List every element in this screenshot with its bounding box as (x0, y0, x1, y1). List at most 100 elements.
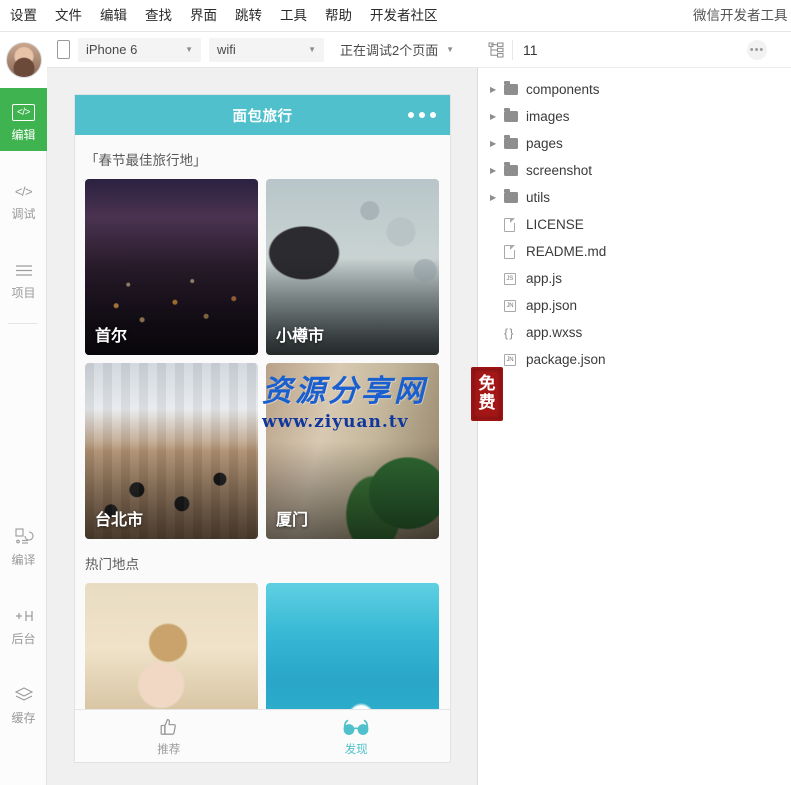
activity-item-cache[interactable]: 缓存 (0, 671, 47, 734)
tree-item-screenshot[interactable]: ▶ screenshot (478, 157, 791, 184)
avatar[interactable] (6, 42, 42, 78)
card-caption: 台北市 (95, 506, 143, 530)
tab-discover[interactable]: 发现 (263, 710, 451, 762)
list-lines-icon (0, 257, 47, 283)
tree-item-label: screenshot (526, 163, 592, 178)
network-select-value: wifi (217, 42, 236, 57)
phone-screen: 面包旅行 「春节最佳旅行地」 首尔 小樽市 台北市 (75, 95, 450, 762)
file-icon (504, 218, 526, 232)
chevron-right-icon[interactable]: ▶ (490, 112, 504, 121)
network-select[interactable]: wifi ▼ (209, 38, 324, 62)
menu-item-goto[interactable]: 跳转 (226, 0, 271, 32)
activity-item-project-label: 项目 (0, 286, 47, 300)
refresh-build-icon (0, 524, 47, 550)
tree-item-pages[interactable]: ▶ pages (478, 130, 791, 157)
ellipsis-icon[interactable]: ••• (747, 40, 767, 60)
tree-item-label: app.js (526, 271, 562, 286)
tab-recommend[interactable]: 推荐 (75, 710, 263, 762)
tree-item-images[interactable]: ▶ images (478, 103, 791, 130)
three-dots-icon[interactable] (408, 112, 436, 118)
file-icon (504, 245, 526, 259)
chevron-right-icon[interactable]: ▶ (490, 193, 504, 202)
tree-item-label: pages (526, 136, 563, 151)
section-title-festival: 「春节最佳旅行地」 (75, 135, 450, 179)
tree-item-label: images (526, 109, 570, 124)
simulator-panel: 面包旅行 「春节最佳旅行地」 首尔 小樽市 台北市 (47, 68, 478, 785)
folder-icon (504, 192, 526, 203)
chevron-down-icon: ▼ (169, 45, 193, 54)
chevron-right-icon[interactable]: ▶ (490, 85, 504, 94)
activity-item-compile-label: 编译 (0, 553, 47, 567)
destination-card[interactable]: 首尔 (85, 179, 258, 355)
chevron-right-icon[interactable]: ▶ (490, 139, 504, 148)
activity-item-cache-label: 缓存 (0, 711, 47, 725)
avatar-container[interactable] (0, 32, 47, 88)
activity-divider (8, 323, 38, 324)
tree-item-utils[interactable]: ▶ utils (478, 184, 791, 211)
menu-item-edit[interactable]: 编辑 (91, 0, 136, 32)
card-caption: 首尔 (95, 322, 127, 346)
menu-item-find[interactable]: 查找 (136, 0, 181, 32)
tree-item-package-json[interactable]: JN package.json (478, 346, 791, 373)
tab-recommend-label: 推荐 (157, 741, 180, 757)
activity-item-debug-label: 调试 (0, 207, 47, 221)
json-file-icon: JN (504, 354, 526, 366)
app-content[interactable]: 「春节最佳旅行地」 首尔 小樽市 台北市 (75, 135, 450, 762)
card-caption: 厦门 (276, 506, 308, 530)
card-grid-festival: 首尔 小樽市 台北市 厦门 (75, 179, 450, 539)
debug-status-value: 正在调试2个页面 (340, 40, 438, 59)
hierarchy-icon[interactable] (484, 42, 508, 58)
card-caption: 小樽市 (276, 322, 324, 346)
tab-discover-label: 发现 (345, 741, 368, 757)
chevron-right-icon[interactable]: ▶ (490, 166, 504, 175)
activity-item-edit-label: 编辑 (0, 128, 47, 142)
code-brackets-icon: </> (0, 99, 47, 125)
tree-item-label: components (526, 82, 600, 97)
js-file-icon: JS (504, 273, 526, 285)
tree-item-app-js[interactable]: JS app.js (478, 265, 791, 292)
app-navbar: 面包旅行 (75, 95, 450, 135)
activity-item-project[interactable]: 项目 (0, 246, 47, 309)
phone-icon[interactable] (57, 40, 70, 59)
tree-item-label: utils (526, 190, 550, 205)
tree-item-app-json[interactable]: JN app.json (478, 292, 791, 319)
menu-item-help[interactable]: 帮助 (316, 0, 361, 32)
tree-item-readme[interactable]: README.md (478, 238, 791, 265)
tree-item-label: package.json (526, 352, 606, 367)
folder-icon (504, 84, 526, 95)
tree-item-license[interactable]: LICENSE (478, 211, 791, 238)
window-title: 微信开发者工具 (693, 0, 791, 32)
menu-item-settings[interactable]: 设置 (0, 0, 46, 32)
activity-item-background-label: 后台 (0, 632, 47, 646)
activity-item-debug[interactable]: </> 调试 (0, 167, 47, 230)
destination-card[interactable]: 台北市 (85, 363, 258, 539)
folder-icon (504, 165, 526, 176)
menu-item-file[interactable]: 文件 (46, 0, 91, 32)
menu-item-community[interactable]: 开发者社区 (361, 0, 447, 32)
layers-icon (0, 682, 47, 708)
activity-item-background[interactable]: 后台 (0, 592, 47, 655)
menu-bar: 设置 文件 编辑 查找 界面 跳转 工具 帮助 开发者社区 微信开发者工具 (0, 0, 791, 32)
code-brackets-icon: </> (0, 178, 47, 204)
tree-item-components[interactable]: ▶ components (478, 76, 791, 103)
header-divider (512, 40, 513, 60)
device-select[interactable]: iPhone 6 ▼ (78, 38, 201, 62)
explorer-header: 11 ••• (478, 32, 791, 68)
activity-item-edit[interactable]: </> 编辑 (0, 88, 47, 151)
menu-item-interface[interactable]: 界面 (181, 0, 226, 32)
glasses-icon (342, 715, 370, 739)
device-select-value: iPhone 6 (86, 42, 137, 57)
folder-icon (504, 138, 526, 149)
destination-card[interactable]: 小樽市 (266, 179, 439, 355)
destination-card[interactable]: 厦门 (266, 363, 439, 539)
json-file-icon: JN (504, 300, 526, 312)
tree-item-app-wxss[interactable]: { } app.wxss (478, 319, 791, 346)
activity-bar: </> 编辑 </> 调试 项目 (0, 32, 47, 785)
debug-status-select[interactable]: 正在调试2个页面 ▼ (332, 38, 462, 62)
simulator-toolbar: iPhone 6 ▼ wifi ▼ 正在调试2个页面 ▼ (47, 32, 478, 68)
file-tree: ▶ components ▶ images ▶ pages ▶ screensh… (478, 68, 791, 373)
activity-item-compile[interactable]: 编译 (0, 513, 47, 576)
section-title-popular: 热门地点 (75, 539, 450, 583)
menu-item-tools[interactable]: 工具 (271, 0, 316, 32)
tree-item-label: app.wxss (526, 325, 582, 340)
